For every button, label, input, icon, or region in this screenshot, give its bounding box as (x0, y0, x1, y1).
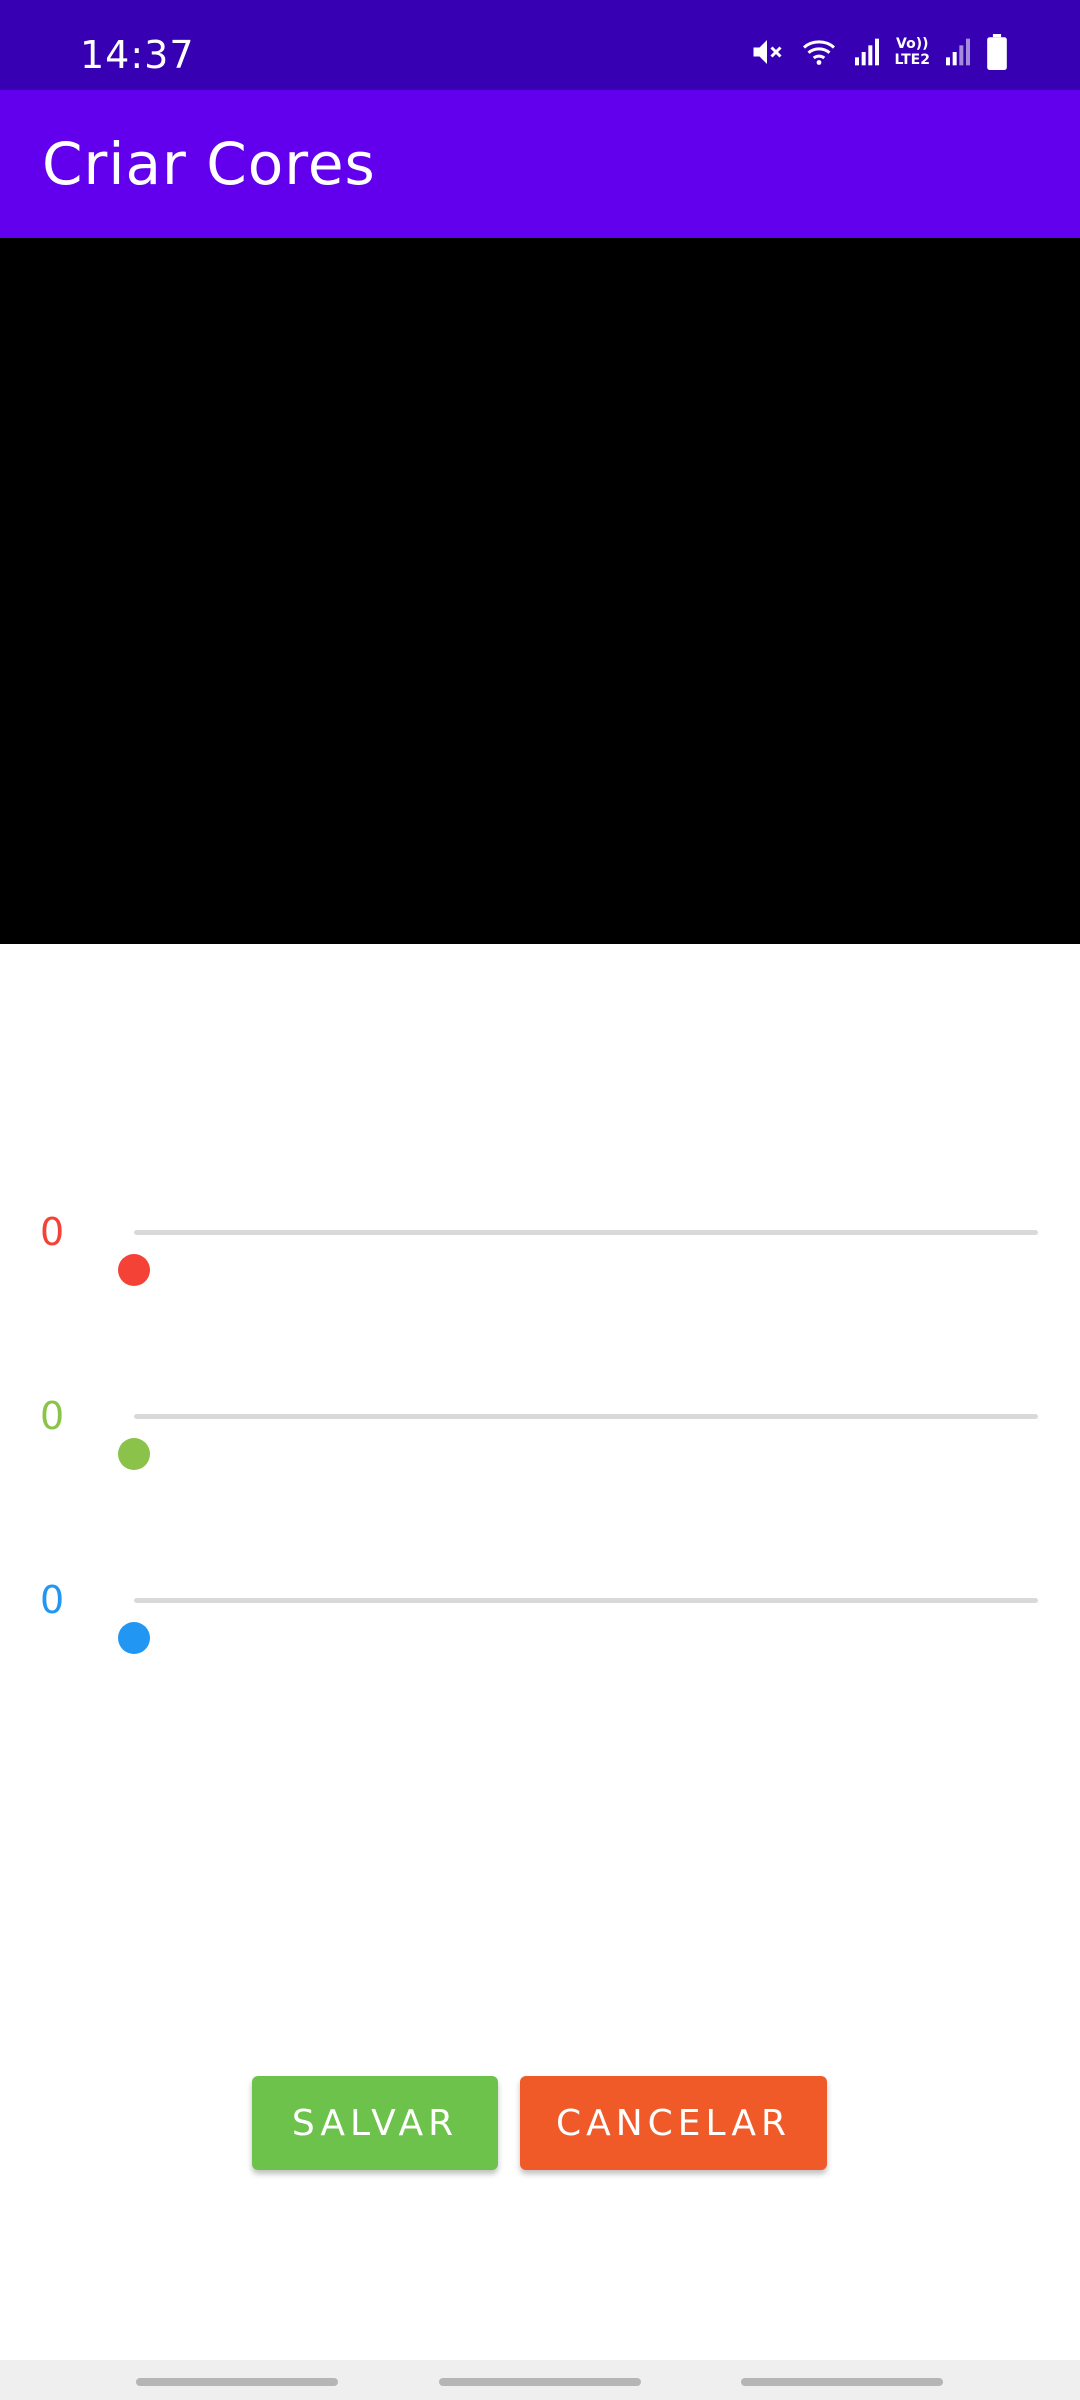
nav-home-button[interactable] (439, 2378, 641, 2386)
green-slider-row: 0 (0, 1376, 1080, 1470)
green-slider-thumb[interactable] (118, 1438, 150, 1470)
signal-icon (944, 36, 972, 68)
status-time: 14:37 (80, 33, 195, 77)
status-bar: 14:37 Vo)) LTE2 (0, 0, 1080, 90)
nav-back-button[interactable] (741, 2378, 943, 2386)
app-bar: Criar Cores (0, 90, 1080, 238)
wifi-icon (799, 34, 839, 70)
cancel-button[interactable]: CANCELAR (520, 2076, 827, 2170)
green-value: 0 (40, 1394, 65, 1438)
blue-slider[interactable] (118, 1598, 1038, 1654)
red-slider[interactable] (118, 1230, 1038, 1286)
nav-recent-apps-button[interactable] (136, 2378, 338, 2386)
mute-icon (749, 34, 785, 70)
color-preview (0, 238, 1080, 944)
blue-slider-thumb[interactable] (118, 1622, 150, 1654)
blue-value: 0 (40, 1578, 65, 1622)
red-slider-thumb[interactable] (118, 1254, 150, 1286)
signal-icon (853, 36, 881, 68)
page-title: Criar Cores (42, 130, 376, 198)
lte-icon: Vo)) LTE2 (894, 36, 930, 68)
red-slider-row: 0 (0, 1192, 1080, 1286)
red-value: 0 (40, 1210, 65, 1254)
battery-icon (986, 34, 1008, 70)
navigation-bar (0, 2360, 1080, 2400)
status-icons: Vo)) LTE2 (749, 30, 1008, 74)
save-button[interactable]: SALVAR (252, 2076, 498, 2170)
blue-slider-row: 0 (0, 1560, 1080, 1654)
green-slider[interactable] (118, 1414, 1038, 1470)
